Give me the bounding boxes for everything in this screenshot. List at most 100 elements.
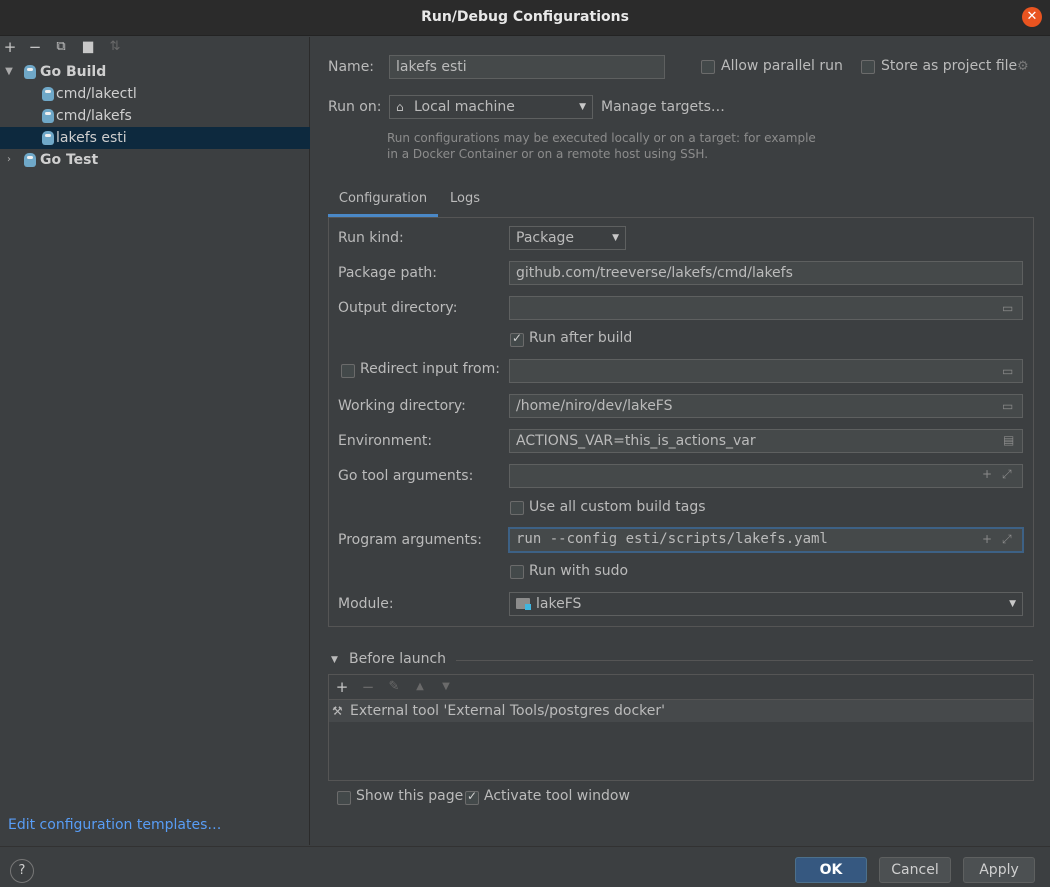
- tree-group-label: Go Build: [40, 64, 107, 80]
- tools-icon: ⚒: [332, 704, 343, 718]
- tree-item-cmd-lakefs[interactable]: cmd/lakefs: [0, 105, 310, 127]
- allow-parallel-run-label: Allow parallel run: [721, 58, 843, 74]
- use-custom-build-tags-checkbox[interactable]: [510, 501, 524, 515]
- chevron-down-icon: ▼: [1009, 599, 1016, 609]
- plus-icon[interactable]: +: [333, 677, 351, 697]
- redirect-input-field[interactable]: [509, 359, 1023, 383]
- tree-item-lakefs-esti[interactable]: lakefs esti: [0, 127, 310, 149]
- allow-parallel-run-checkbox[interactable]: [701, 60, 715, 74]
- chevron-down-icon: ▼: [612, 233, 619, 243]
- show-this-page-checkbox[interactable]: [337, 791, 351, 805]
- title-bar: Run/Debug Configurations ✕: [0, 0, 1050, 36]
- package-path-label: Package path:: [338, 265, 438, 281]
- tree-item-cmd-lakectl[interactable]: cmd/lakectl: [0, 83, 310, 105]
- program-arguments-field[interactable]: run --config esti/scripts/lakefs.yaml: [508, 527, 1024, 553]
- tree-group-go-build[interactable]: ▼ Go Build: [0, 61, 310, 83]
- tree-toolbar: + − ⧉ ▆ ⇅: [0, 37, 310, 59]
- run-kind-select[interactable]: Package ▼: [509, 226, 626, 250]
- tree-group-go-test[interactable]: › Go Test: [0, 149, 310, 171]
- before-launch-toolbar: + − ✎ ▲ ▼: [328, 674, 1034, 699]
- document-icon[interactable]: ▤: [1003, 433, 1014, 447]
- cancel-button[interactable]: Cancel: [879, 857, 951, 883]
- plus-icon[interactable]: +: [982, 532, 992, 546]
- gopher-icon: [42, 131, 54, 145]
- expand-icon[interactable]: ⤢: [1002, 467, 1012, 482]
- gopher-icon: [42, 109, 54, 123]
- gopher-icon: [42, 87, 54, 101]
- tree-item-label: cmd/lakectl: [56, 86, 137, 102]
- plus-icon[interactable]: +: [1, 37, 19, 57]
- run-after-build-checkbox[interactable]: [510, 331, 524, 347]
- sort-icon[interactable]: ⇅: [106, 37, 124, 57]
- run-on-select[interactable]: ⌂ Local machine ▼: [389, 95, 593, 119]
- name-field[interactable]: lakefs esti: [389, 55, 665, 79]
- apply-button[interactable]: Apply: [963, 857, 1035, 883]
- tree-item-label: cmd/lakefs: [56, 108, 132, 124]
- environment-field[interactable]: ACTIONS_VAR=this_is_actions_var: [509, 429, 1023, 453]
- output-directory-field[interactable]: [509, 296, 1023, 320]
- chevron-right-icon[interactable]: ›: [3, 149, 15, 171]
- module-label: Module:: [338, 596, 394, 612]
- run-on-value: Local machine: [414, 99, 515, 115]
- gopher-icon: [24, 153, 36, 167]
- configuration-panel: Run kind: Package ▼ Package path: github…: [328, 217, 1034, 627]
- arrow-down-icon[interactable]: ▼: [437, 677, 455, 697]
- close-icon: ✕: [1026, 9, 1038, 24]
- before-launch-title: Before launch: [349, 651, 447, 667]
- help-button[interactable]: ?: [10, 859, 34, 883]
- minus-icon[interactable]: −: [359, 677, 377, 697]
- activate-tool-window-label: Activate tool window: [484, 788, 630, 804]
- tree-item-label: lakefs esti: [56, 130, 127, 146]
- store-as-project-file-label: Store as project file: [881, 58, 1018, 74]
- run-with-sudo-checkbox[interactable]: [510, 565, 524, 579]
- edit-configuration-templates-link[interactable]: Edit configuration templates…: [8, 817, 221, 833]
- new-folder-icon[interactable]: ▆: [79, 37, 97, 57]
- before-launch-list: ⚒ External tool 'External Tools/postgres…: [328, 699, 1034, 781]
- module-badge-icon: [525, 604, 531, 610]
- go-tool-arguments-field[interactable]: [509, 464, 1023, 488]
- tree-group-label: Go Test: [40, 152, 99, 168]
- tab-configuration[interactable]: Configuration: [328, 184, 438, 217]
- run-after-build-label: Run after build: [529, 330, 633, 346]
- program-arguments-label: Program arguments:: [338, 532, 482, 548]
- expand-icon[interactable]: ⤢: [1002, 532, 1012, 547]
- pencil-icon[interactable]: ✎: [385, 677, 403, 697]
- run-on-hint-line2: in a Docker Container or on a remote hos…: [387, 147, 709, 161]
- folder-icon[interactable]: ▭: [1002, 399, 1013, 413]
- redirect-input-checkbox[interactable]: [341, 364, 355, 378]
- folder-icon[interactable]: ▭: [1002, 364, 1013, 378]
- output-directory-label: Output directory:: [338, 300, 458, 316]
- module-select[interactable]: lakeFS ▼: [509, 592, 1023, 616]
- before-launch-divider: [456, 660, 1033, 661]
- dialog-button-bar: ? OK Cancel Apply: [0, 846, 1050, 887]
- folder-icon[interactable]: ▭: [1002, 301, 1013, 315]
- manage-targets-link[interactable]: Manage targets…: [601, 99, 725, 115]
- run-on-hint-line1: Run configurations may be executed local…: [387, 131, 816, 145]
- redirect-input-label: Redirect input from:: [360, 361, 500, 377]
- list-item[interactable]: ⚒ External tool 'External Tools/postgres…: [329, 700, 1033, 722]
- chevron-down-icon: ▼: [579, 102, 586, 112]
- module-value: lakeFS: [536, 596, 582, 612]
- gear-icon[interactable]: ⚙: [1017, 59, 1029, 74]
- tab-logs[interactable]: Logs: [450, 184, 480, 217]
- close-button[interactable]: ✕: [1022, 7, 1042, 27]
- copy-icon[interactable]: ⧉: [52, 37, 70, 57]
- window-title: Run/Debug Configurations: [421, 9, 629, 25]
- chevron-down-icon[interactable]: ▼: [3, 61, 15, 83]
- arrow-up-icon[interactable]: ▲: [411, 677, 429, 697]
- working-directory-field[interactable]: /home/niro/dev/lakeFS: [509, 394, 1023, 418]
- configurations-tree-panel: + − ⧉ ▆ ⇅ ▼ Go Build cmd/lakectl cmd/lak…: [0, 37, 310, 845]
- minus-icon[interactable]: −: [26, 37, 44, 57]
- store-as-project-file-checkbox[interactable]: [861, 60, 875, 74]
- run-kind-label: Run kind:: [338, 230, 404, 246]
- ok-button[interactable]: OK: [795, 857, 867, 883]
- show-this-page-label: Show this page: [356, 788, 464, 804]
- chevron-down-icon[interactable]: ▼: [331, 655, 338, 665]
- run-with-sudo-label: Run with sudo: [529, 563, 629, 579]
- activate-tool-window-checkbox[interactable]: [465, 789, 479, 805]
- run-kind-value: Package: [516, 230, 575, 246]
- name-label: Name:: [328, 59, 375, 75]
- gopher-icon: [24, 65, 36, 79]
- plus-icon[interactable]: +: [982, 467, 992, 481]
- package-path-field[interactable]: github.com/treeverse/lakefs/cmd/lakefs: [509, 261, 1023, 285]
